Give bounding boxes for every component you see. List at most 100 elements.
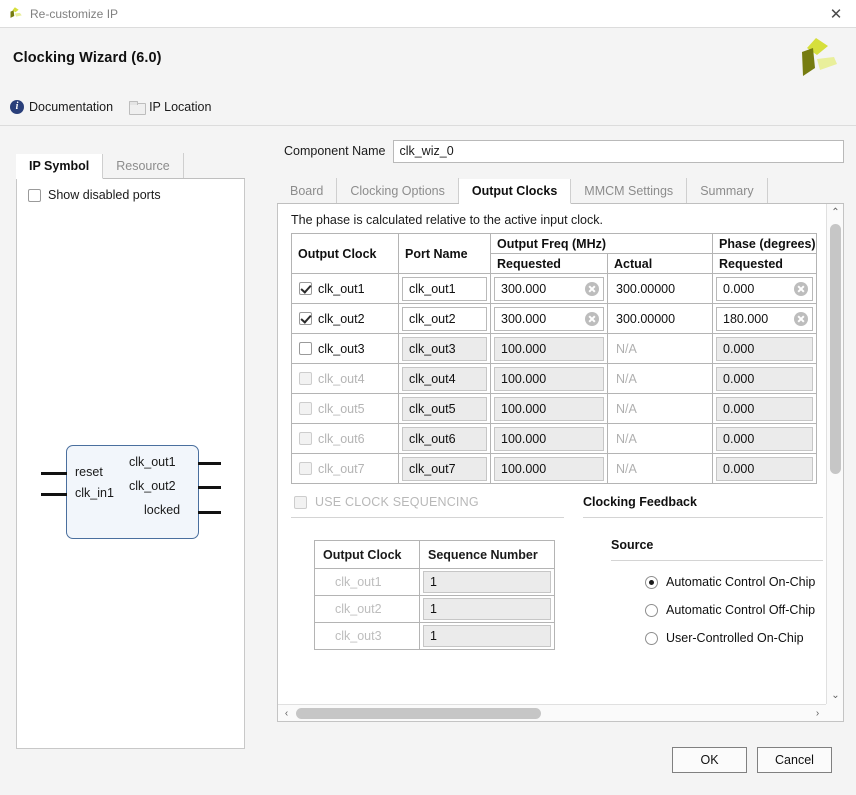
- requested-freq-cell[interactable]: 100.000: [490, 393, 608, 424]
- output-clock-enable-cell[interactable]: clk_out6: [291, 423, 399, 454]
- requested-freq-cell[interactable]: 100.000: [490, 423, 608, 454]
- tab-mmcm-settings[interactable]: MMCM Settings: [571, 178, 688, 203]
- clear-icon[interactable]: [585, 311, 599, 326]
- port-name-cell[interactable]: clk_out5: [398, 393, 491, 424]
- use-clock-sequencing-checkbox[interactable]: USE CLOCK SEQUENCING: [291, 495, 564, 509]
- port-name-cell[interactable]: clk_out3: [398, 333, 491, 364]
- checkbox-icon[interactable]: [299, 432, 312, 445]
- sequence-number-cell[interactable]: 1: [419, 568, 555, 596]
- requested-phase-input[interactable]: 0.000: [716, 366, 814, 391]
- port-name-input[interactable]: clk_out6: [402, 426, 487, 451]
- sequence-number-cell[interactable]: 1: [419, 622, 555, 650]
- vertical-scrollbar[interactable]: ⌃ ⌄: [826, 204, 843, 704]
- sequence-number-input[interactable]: 1: [423, 625, 551, 647]
- requested-freq-input[interactable]: 100.000: [494, 336, 604, 361]
- checkbox-icon[interactable]: [299, 462, 312, 475]
- requested-freq-input[interactable]: 300.000: [494, 276, 604, 301]
- scroll-right-icon[interactable]: ›: [809, 705, 826, 721]
- vertical-scroll-thumb[interactable]: [830, 224, 841, 474]
- port-name-cell[interactable]: clk_out1: [398, 273, 491, 304]
- requested-freq-cell[interactable]: 100.000: [490, 363, 608, 394]
- output-clock-enable-cell[interactable]: clk_out1: [291, 273, 399, 304]
- requested-freq-input[interactable]: 100.000: [494, 366, 604, 391]
- sequence-clock-name: clk_out3: [314, 622, 420, 650]
- requested-phase-cell[interactable]: 0.000: [712, 273, 818, 304]
- requested-freq-input[interactable]: 100.000: [494, 456, 604, 481]
- cancel-button[interactable]: Cancel: [757, 747, 832, 773]
- radio-icon[interactable]: [645, 631, 658, 645]
- ip-location-link[interactable]: IP Location: [129, 100, 211, 115]
- sequence-number-input[interactable]: 1: [423, 598, 551, 620]
- tab-board[interactable]: Board: [277, 178, 338, 203]
- requested-phase-input[interactable]: 180.000: [716, 306, 814, 331]
- requested-freq-cell[interactable]: 100.000: [490, 453, 608, 484]
- tab-ip-symbol[interactable]: IP Symbol: [16, 154, 104, 179]
- radio-icon[interactable]: [645, 575, 658, 589]
- output-clock-enable-cell[interactable]: clk_out3: [291, 333, 399, 364]
- horizontal-scrollbar[interactable]: ‹ ›: [278, 704, 826, 721]
- feedback-source-option-2[interactable]: User-Controlled On-Chip: [583, 631, 823, 645]
- port-name-input[interactable]: clk_out2: [402, 306, 487, 331]
- port-name-input[interactable]: clk_out4: [402, 366, 487, 391]
- pin-clk-in1: [41, 493, 67, 496]
- port-name-input[interactable]: clk_out7: [402, 456, 487, 481]
- scroll-up-icon[interactable]: ⌃: [827, 204, 843, 221]
- requested-phase-cell[interactable]: 0.000: [712, 363, 818, 394]
- port-name-cell[interactable]: clk_out7: [398, 453, 491, 484]
- requested-freq-cell[interactable]: 100.000: [490, 333, 608, 364]
- source-divider: [611, 560, 823, 561]
- requested-phase-input[interactable]: 0.000: [716, 456, 814, 481]
- feedback-source-option-0[interactable]: Automatic Control On-Chip: [583, 575, 823, 589]
- requested-phase-input[interactable]: 0.000: [716, 426, 814, 451]
- clear-icon[interactable]: [585, 281, 599, 296]
- requested-phase-cell[interactable]: 0.000: [712, 453, 818, 484]
- requested-freq-cell[interactable]: 300.000: [490, 273, 608, 304]
- close-icon[interactable]: ✕: [826, 4, 846, 24]
- pin-clk-out1: [198, 462, 221, 465]
- port-name-cell[interactable]: clk_out2: [398, 303, 491, 334]
- tab-clocking-options[interactable]: Clocking Options: [337, 178, 459, 203]
- ok-button[interactable]: OK: [672, 747, 747, 773]
- component-name-input[interactable]: clk_wiz_0: [393, 139, 844, 163]
- feedback-source-option-1[interactable]: Automatic Control Off-Chip: [583, 603, 823, 617]
- requested-phase-cell[interactable]: 0.000: [712, 423, 818, 454]
- requested-phase-cell[interactable]: 0.000: [712, 333, 818, 364]
- output-clock-enable-cell[interactable]: clk_out4: [291, 363, 399, 394]
- sequence-number-cell[interactable]: 1: [419, 595, 555, 623]
- port-name-input[interactable]: clk_out5: [402, 396, 487, 421]
- requested-freq-cell[interactable]: 300.000: [490, 303, 608, 334]
- port-name-cell[interactable]: clk_out4: [398, 363, 491, 394]
- tab-resource[interactable]: Resource: [103, 153, 184, 178]
- tab-output-clocks[interactable]: Output Clocks: [458, 179, 572, 204]
- checkbox-icon[interactable]: [299, 282, 312, 295]
- scroll-left-icon[interactable]: ‹: [278, 705, 295, 721]
- requested-freq-input[interactable]: 100.000: [494, 426, 604, 451]
- horizontal-scroll-thumb[interactable]: [296, 708, 541, 719]
- requested-phase-input[interactable]: 0.000: [716, 276, 814, 301]
- tab-summary[interactable]: Summary: [687, 178, 768, 203]
- sequence-number-input[interactable]: 1: [423, 571, 551, 593]
- documentation-link[interactable]: i Documentation: [10, 99, 113, 114]
- scroll-down-icon[interactable]: ⌄: [827, 687, 843, 704]
- radio-icon[interactable]: [645, 603, 658, 617]
- output-clock-enable-cell[interactable]: clk_out2: [291, 303, 399, 334]
- requested-phase-cell[interactable]: 0.000: [712, 393, 818, 424]
- checkbox-icon[interactable]: [299, 402, 312, 415]
- checkbox-icon[interactable]: [299, 342, 312, 355]
- port-name-input[interactable]: clk_out3: [402, 336, 487, 361]
- checkbox-icon[interactable]: [299, 312, 312, 325]
- checkbox-icon[interactable]: [299, 372, 312, 385]
- show-disabled-ports-checkbox[interactable]: Show disabled ports: [17, 179, 244, 202]
- requested-freq-input[interactable]: 300.000: [494, 306, 604, 331]
- port-name-cell[interactable]: clk_out6: [398, 423, 491, 454]
- clear-icon[interactable]: [794, 311, 809, 326]
- port-name-input[interactable]: clk_out1: [402, 276, 487, 301]
- requested-phase-cell[interactable]: 180.000: [712, 303, 818, 334]
- clear-icon[interactable]: [794, 281, 809, 296]
- requested-phase-input[interactable]: 0.000: [716, 396, 814, 421]
- requested-phase-input[interactable]: 0.000: [716, 336, 814, 361]
- output-clock-enable-cell[interactable]: clk_out7: [291, 453, 399, 484]
- actual-freq-value: N/A: [616, 341, 637, 356]
- requested-freq-input[interactable]: 100.000: [494, 396, 604, 421]
- output-clock-enable-cell[interactable]: clk_out5: [291, 393, 399, 424]
